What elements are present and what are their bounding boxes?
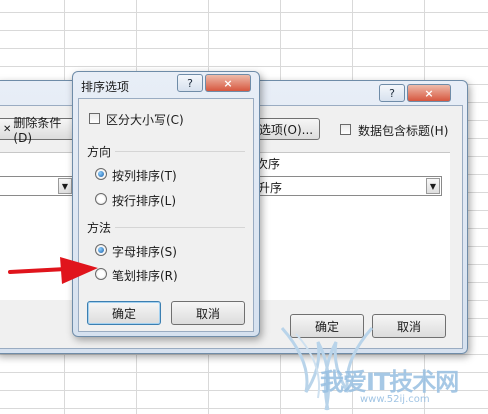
has-header-checkbox[interactable] [340, 124, 351, 135]
by-letter-label: 字母排序(S) [112, 245, 177, 259]
method-group-label: 方法 [87, 221, 112, 235]
case-sensitive-label: 区分大小写(C) [106, 113, 184, 127]
sort-options-title: 排序选项 [81, 80, 130, 94]
order-dropdown[interactable]: 升序 ▼ [254, 176, 442, 196]
sort-cancel-button[interactable]: 取消 [372, 314, 446, 338]
method-separator [115, 227, 245, 228]
by-stroke-label: 笔划排序(R) [112, 269, 178, 283]
sort-options-client: 区分大小写(C) 方向 按列排序(T) 按行排序(L) 方法 字母排序(S) 笔… [78, 98, 254, 332]
chevron-down-icon: ▼ [58, 178, 72, 194]
chevron-down-icon: ▼ [426, 178, 440, 194]
options-ok-button[interactable]: 确定 [87, 301, 161, 325]
order-dropdown-value: 升序 [258, 181, 283, 195]
direction-separator [115, 151, 245, 152]
delete-condition-button[interactable]: ✕ 删除条件(D) [0, 116, 76, 145]
delete-condition-label: 删除条件(D) [13, 115, 62, 145]
red-arrow-icon [8, 257, 98, 284]
sort-options-dialog: 排序选项 ? × 区分大小写(C) 方向 按列排序(T) 按行排序(L) 方法 … [72, 71, 260, 337]
by-column-label: 按列排序(T) [112, 169, 177, 183]
delete-x-icon: ✕ [3, 123, 12, 135]
by-column-radio[interactable] [95, 168, 107, 180]
watermark-url: www.52ij.com [360, 394, 430, 405]
case-sensitive-checkbox[interactable] [89, 113, 100, 124]
options-close-button[interactable]: × [205, 74, 251, 92]
sort-dialog-help-button[interactable]: ? [379, 84, 405, 102]
by-row-label: 按行排序(L) [112, 194, 177, 208]
sort-dialog-close-button[interactable]: × [407, 84, 451, 102]
watermark-text: 我爱IT技术网 [320, 368, 459, 396]
column-dropdown[interactable]: ▼ [0, 176, 74, 196]
direction-group-label: 方向 [87, 145, 112, 159]
has-header-label: 数据包含标题(H) [358, 124, 449, 138]
options-help-button[interactable]: ? [177, 74, 203, 92]
options-cancel-button[interactable]: 取消 [171, 301, 245, 325]
options-button[interactable]: 选项(O)... [252, 118, 320, 140]
watermark: 我爱IT技术网 www.52ij.com [280, 327, 484, 412]
by-row-radio[interactable] [95, 193, 107, 205]
